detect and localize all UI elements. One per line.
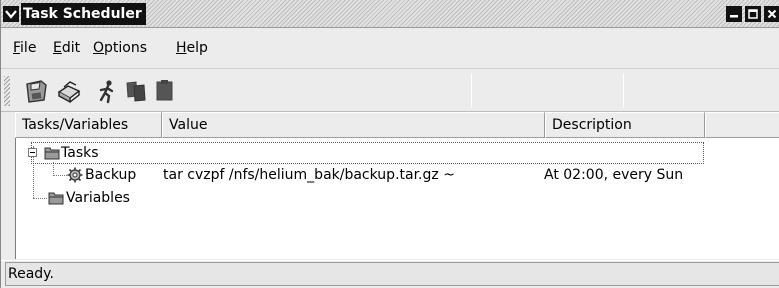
status-bar: Ready. bbox=[1, 260, 779, 288]
print-icon[interactable] bbox=[56, 78, 82, 104]
window-menu-icon[interactable] bbox=[3, 6, 19, 22]
maximize-icon[interactable] bbox=[745, 6, 761, 22]
table-row[interactable]: Variables bbox=[48, 187, 348, 209]
table-row[interactable]: Tasks bbox=[28, 142, 704, 164]
menu-edit-mnemonic: E bbox=[53, 40, 62, 56]
folder-icon bbox=[44, 147, 60, 160]
header-value[interactable]: Value bbox=[162, 112, 545, 138]
menu-file[interactable]: File bbox=[13, 40, 36, 56]
toolbar bbox=[1, 70, 779, 112]
tree-line bbox=[53, 175, 67, 176]
toolbar-grip[interactable] bbox=[4, 76, 10, 106]
value-cell: tar cvzpf /nfs/helium_bak/backup.tar.gz … bbox=[163, 167, 455, 183]
menu-bar: File Edit Options Help bbox=[1, 29, 779, 69]
title-bar[interactable]: Task Scheduler bbox=[1, 0, 779, 28]
window-title: Task Scheduler bbox=[21, 3, 146, 25]
collapse-icon[interactable] bbox=[28, 148, 37, 157]
status-text: Ready. bbox=[5, 262, 779, 286]
paste-icon[interactable] bbox=[151, 78, 177, 104]
toolbar-separator bbox=[623, 74, 624, 108]
menu-help-mnemonic: H bbox=[176, 40, 187, 56]
copy-icon[interactable] bbox=[124, 78, 150, 104]
tree-line bbox=[53, 162, 54, 176]
menu-help[interactable]: Help bbox=[176, 40, 208, 56]
menu-file-mnemonic: F bbox=[13, 40, 21, 56]
run-icon[interactable] bbox=[93, 78, 119, 104]
table-row[interactable]: Backup tar cvzpf /nfs/helium_bak/backup.… bbox=[67, 164, 779, 186]
tree-line bbox=[33, 198, 47, 199]
menu-file-label: ile bbox=[20, 40, 37, 56]
menu-options-label: ptions bbox=[104, 40, 148, 56]
menu-options[interactable]: Options bbox=[93, 40, 147, 56]
menu-help-label: elp bbox=[186, 40, 208, 56]
header-tasks-variables[interactable]: Tasks/Variables bbox=[15, 112, 162, 138]
close-icon[interactable] bbox=[764, 6, 779, 22]
gear-icon bbox=[67, 167, 83, 183]
menu-edit-label: dit bbox=[61, 40, 81, 56]
header-description[interactable]: Description bbox=[545, 112, 705, 138]
left-margin bbox=[1, 112, 15, 259]
description-cell: At 02:00, every Sun bbox=[544, 167, 684, 183]
column-headers: Tasks/Variables Value Description bbox=[15, 112, 779, 138]
folder-icon bbox=[48, 192, 64, 205]
menu-edit[interactable]: Edit bbox=[53, 40, 80, 56]
tree-item-label: Backup bbox=[85, 167, 137, 183]
task-scheduler-window: Task Scheduler File Edit Options Help Ta… bbox=[0, 0, 779, 288]
minimize-icon[interactable] bbox=[726, 6, 742, 22]
tree-item-label: Tasks bbox=[61, 145, 99, 161]
menu-options-mnemonic: O bbox=[93, 40, 105, 56]
tree-item-label: Variables bbox=[66, 190, 130, 206]
header-filler bbox=[705, 112, 779, 138]
save-icon[interactable] bbox=[23, 78, 49, 104]
toolbar-separator bbox=[471, 74, 472, 108]
